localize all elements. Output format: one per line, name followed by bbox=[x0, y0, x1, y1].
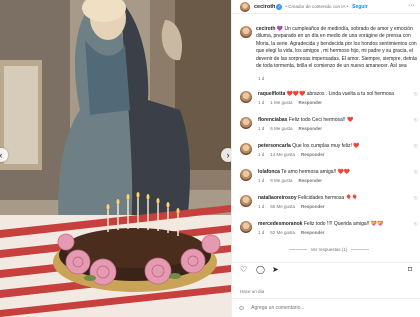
comment-likes[interactable]: 9 Me gusta bbox=[270, 178, 292, 183]
party-photo-illustration bbox=[0, 0, 231, 317]
comment-text-block: florenciabas Feliz todo Ceci hermosa!! ❤… bbox=[258, 117, 408, 124]
post-actions-bar: ♡ ◯ ➤ ⌑ bbox=[232, 262, 420, 276]
chevron-left-icon: ‹ bbox=[0, 150, 3, 160]
comment-time: 1 d bbox=[258, 230, 265, 235]
comment-text: Feliz todo Ceci hermosa!! ❤️ bbox=[288, 117, 354, 123]
comment-meta: 1 d 14 Me gusta Responder bbox=[258, 152, 331, 157]
post-header: ceciroth ✓ • Creador de contenido con IA… bbox=[232, 0, 420, 14]
comment-item: raquelflotta ❤️❤️❤️ abrazos . Linda vuel… bbox=[240, 90, 418, 116]
commenter-avatar[interactable] bbox=[240, 91, 252, 103]
caption-username[interactable]: ceciroth bbox=[256, 26, 275, 32]
comment-time: 1 d bbox=[258, 204, 265, 209]
caption-avatar[interactable] bbox=[240, 26, 252, 38]
comment-text: Te amo hermosa amiga!! ❤️❤️ bbox=[281, 169, 351, 175]
commenter-avatar[interactable] bbox=[240, 195, 252, 207]
reply-button[interactable]: Responder bbox=[301, 230, 325, 235]
add-comment-bar: ☺ bbox=[232, 298, 420, 317]
comment-text: Felicidades hermosa 🎈🎈 bbox=[298, 195, 359, 201]
commenter-username[interactable]: lolafonca bbox=[258, 169, 280, 175]
caption-text-block: ceciroth 💜 Un cumpleaños de mediodía, so… bbox=[256, 26, 418, 70]
comment-likes[interactable]: 14 Me gusta bbox=[270, 152, 295, 157]
comment-text-block: raquelflotta ❤️❤️❤️ abrazos . Linda vuel… bbox=[258, 91, 408, 98]
comment-meta: 1 d 9 Me gusta Responder bbox=[258, 178, 328, 183]
commenter-username[interactable]: florenciabas bbox=[258, 117, 287, 123]
more-options-icon[interactable]: ··· bbox=[408, 2, 415, 9]
comment-likes[interactable]: 52 Me gusta bbox=[270, 230, 295, 235]
post-time-ago: Hace un día bbox=[240, 289, 265, 294]
comment-bubble-icon[interactable]: ◯ bbox=[256, 265, 265, 275]
next-photo-button[interactable]: › bbox=[221, 148, 231, 162]
comment-text: ❤️❤️❤️ abrazos . Linda vuelta a tu sol h… bbox=[286, 91, 394, 97]
author-subtitle: • Creador de contenido con IA • bbox=[285, 4, 349, 9]
comment-like-heart-icon[interactable]: ♡ bbox=[414, 170, 418, 176]
comment-likes[interactable]: 6 Me gusta bbox=[270, 126, 292, 131]
commenter-username[interactable]: nataliaoreirosoy bbox=[258, 195, 297, 201]
comment-text-block: petersoncarla Que los cumplas muy feliz!… bbox=[258, 143, 408, 150]
comment-item: florenciabas Feliz todo Ceci hermosa!! ❤… bbox=[240, 116, 418, 142]
chevron-right-icon: › bbox=[226, 150, 230, 160]
comment-time: 1 d bbox=[258, 152, 265, 157]
comment-text: Feliz todo !!!! Querida amiga!! 💝💝 bbox=[303, 221, 384, 227]
comment-meta: 1 d 1 Me gusta Responder bbox=[258, 100, 328, 105]
like-heart-icon[interactable]: ♡ bbox=[240, 265, 247, 275]
post-photo[interactable]: ‹ › bbox=[0, 0, 231, 317]
comment-meta: 1 d 52 Me gusta Responder bbox=[258, 230, 331, 235]
add-comment-input[interactable] bbox=[251, 305, 412, 311]
comment-meta: 1 d 65 Me gusta Responder bbox=[258, 204, 331, 209]
share-send-icon[interactable]: ➤ bbox=[272, 265, 279, 275]
reply-button[interactable]: Responder bbox=[299, 178, 323, 183]
comment-time: 1 d bbox=[258, 178, 265, 183]
reply-button[interactable]: Responder bbox=[299, 126, 323, 131]
reply-button[interactable]: Responder bbox=[299, 100, 323, 105]
save-bookmark-icon[interactable]: ⌑ bbox=[408, 265, 412, 275]
comment-meta: 1 d 6 Me gusta Responder bbox=[258, 126, 328, 131]
author-avatar[interactable] bbox=[240, 1, 250, 12]
reply-button[interactable]: Responder bbox=[301, 152, 325, 157]
commenter-avatar[interactable] bbox=[240, 143, 252, 155]
commenter-avatar[interactable] bbox=[240, 221, 252, 233]
comment-likes[interactable]: 1 Me gusta bbox=[270, 100, 292, 105]
post-caption: ceciroth 💜 Un cumpleaños de mediodía, so… bbox=[240, 26, 418, 70]
commenter-username[interactable]: petersoncarla bbox=[258, 143, 291, 149]
comment-time: 1 d bbox=[258, 126, 265, 131]
comment-likes[interactable]: 65 Me gusta bbox=[270, 204, 295, 209]
caption-text: 💜 Un cumpleaños de mediodía, sobrado de … bbox=[256, 26, 418, 70]
verified-badge-icon: ✓ bbox=[276, 3, 283, 10]
comment-item: nataliaoreirosoy Felicidades hermosa 🎈🎈 … bbox=[240, 194, 418, 220]
follow-button[interactable]: Seguir bbox=[352, 4, 368, 10]
comment-like-heart-icon[interactable]: ♡ bbox=[414, 144, 418, 150]
post-side-panel: ceciroth ✓ • Creador de contenido con IA… bbox=[231, 0, 420, 317]
emoji-smiley-icon[interactable]: ☺ bbox=[238, 305, 245, 312]
comment-item: mercedesmoranok Feliz todo !!!! Querida … bbox=[240, 220, 418, 246]
caption-time: 1 d bbox=[258, 76, 265, 81]
comment-text: Que los cumplas muy feliz! ❤️ bbox=[292, 143, 360, 149]
comment-like-heart-icon[interactable]: ♡ bbox=[414, 118, 418, 124]
view-replies-button[interactable]: Ver respuestas (1) bbox=[240, 247, 418, 252]
commenter-avatar[interactable] bbox=[240, 117, 252, 129]
comment-like-heart-icon[interactable]: ♡ bbox=[414, 196, 418, 202]
comment-like-heart-icon[interactable]: ♡ bbox=[414, 222, 418, 228]
reply-button[interactable]: Responder bbox=[301, 204, 325, 209]
comment-item: lolafonca Te amo hermosa amiga!! ❤️❤️ 1 … bbox=[240, 168, 418, 194]
comment-time: 1 d bbox=[258, 100, 265, 105]
comment-text-block: lolafonca Te amo hermosa amiga!! ❤️❤️ bbox=[258, 169, 408, 176]
comment-text-block: mercedesmoranok Feliz todo !!!! Querida … bbox=[258, 221, 408, 228]
comment-like-heart-icon[interactable]: ♡ bbox=[414, 92, 418, 98]
commenter-username[interactable]: mercedesmoranok bbox=[258, 221, 302, 227]
comment-text-block: nataliaoreirosoy Felicidades hermosa 🎈🎈 bbox=[258, 195, 408, 202]
author-username[interactable]: ceciroth bbox=[254, 4, 275, 10]
commenter-avatar[interactable] bbox=[240, 169, 252, 181]
commenter-username[interactable]: raquelflotta bbox=[258, 91, 285, 97]
comment-item: petersoncarla Que los cumplas muy feliz!… bbox=[240, 142, 418, 168]
